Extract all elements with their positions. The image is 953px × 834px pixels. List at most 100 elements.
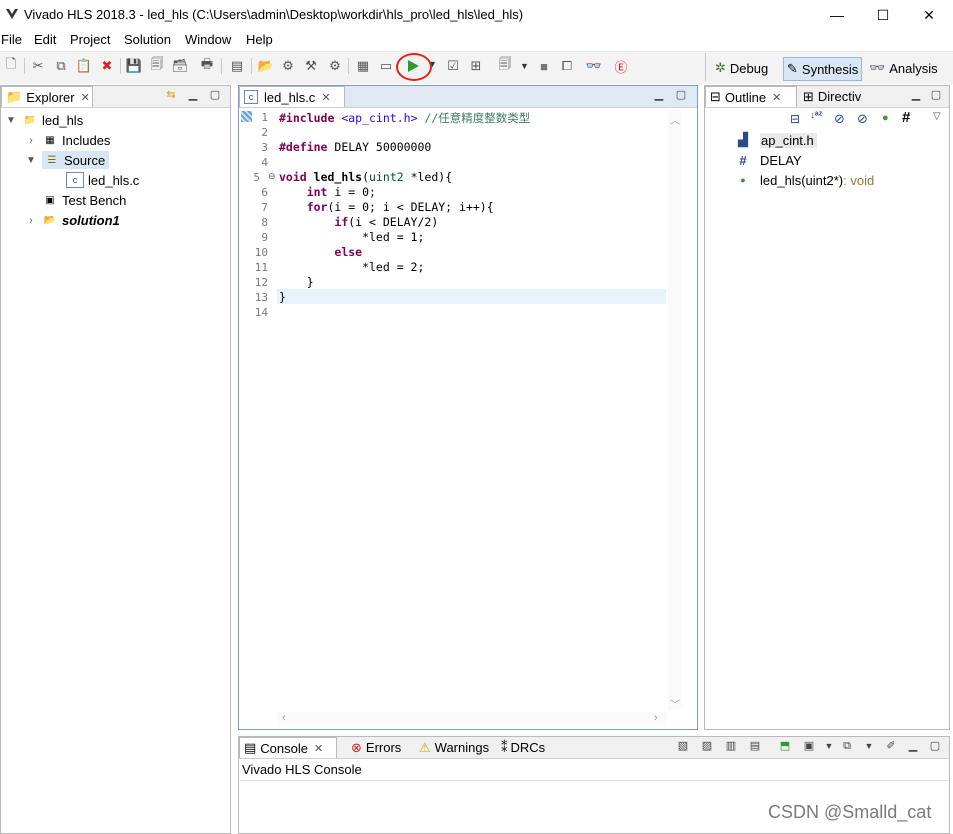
new-file-icon[interactable]: 🗋: [2, 56, 20, 75]
code-line-3[interactable]: #define DELAY 50000000: [279, 140, 431, 154]
display-console-icon[interactable]: ▣: [803, 741, 815, 753]
outline-item-led-hls-function[interactable]: ● led_hls(uint2*) : void: [736, 171, 874, 189]
close-window-button[interactable]: ✕: [906, 0, 952, 30]
open-dropdown-chevron-icon[interactable]: ▼: [863, 741, 875, 753]
tree-item-includes[interactable]: › ▦ Includes: [26, 131, 110, 149]
code-line-13[interactable]: }: [279, 290, 286, 304]
close-tab-icon[interactable]: ✕: [81, 91, 90, 104]
eraser-icon[interactable]: ✐: [885, 741, 897, 753]
code-line-6[interactable]: int i = 0;: [279, 185, 376, 199]
outline-item-delay[interactable]: # DELAY: [736, 151, 801, 169]
analysis-glasses-icon[interactable]: 👓: [585, 57, 603, 75]
scroll-down-icon[interactable]: ﹀: [670, 696, 680, 711]
word-wrap-icon[interactable]: ▥: [725, 741, 737, 753]
chevron-right-icon[interactable]: ›: [26, 215, 36, 226]
hide-nonpublic-icon[interactable]: ●: [882, 112, 889, 124]
maximize-panel-icon[interactable]: ▢: [675, 90, 687, 102]
close-tab-icon[interactable]: ✕: [772, 91, 781, 104]
code-line-9[interactable]: *led = 1;: [279, 230, 424, 244]
index-source-icon[interactable]: ▦: [354, 57, 372, 75]
view-menu-chevron-icon[interactable]: ▽: [933, 111, 941, 122]
project-settings-icon[interactable]: ▤: [228, 57, 246, 75]
save-icon[interactable]: 💾: [125, 57, 143, 75]
minimize-button[interactable]: —: [814, 0, 860, 30]
code-line-7[interactable]: for(i = 0; i < DELAY; i++){: [279, 200, 494, 214]
horizontal-scrollbar[interactable]: [277, 712, 667, 726]
open-wave-viewer-icon[interactable]: ⧠: [558, 57, 576, 75]
compare-reports-icon[interactable]: ⊞: [467, 57, 485, 75]
link-editor-icon[interactable]: ⇆: [165, 90, 177, 102]
scroll-left-icon[interactable]: ‹: [282, 712, 286, 724]
open-console-icon[interactable]: ⧉: [841, 741, 853, 753]
code-line-1[interactable]: #include <ap_cint.h> //任意精度整数类型: [279, 110, 530, 126]
tree-item-led-hls-c[interactable]: c led_hls.c: [66, 171, 139, 189]
export-rtl-icon[interactable]: 🗐: [496, 56, 514, 75]
menu-window[interactable]: Window: [185, 32, 231, 47]
close-tab-icon[interactable]: ✕: [321, 91, 330, 104]
maximize-panel-icon[interactable]: ▢: [929, 741, 941, 753]
perspective-synthesis[interactable]: ✎ Synthesis: [783, 57, 863, 81]
menu-help[interactable]: Help: [246, 32, 273, 47]
tab-led-hls-c[interactable]: c led_hls.c ✕: [239, 86, 345, 107]
outline-item-ap-cint[interactable]: ▟ ap_cint.h: [736, 131, 817, 149]
close-tab-icon[interactable]: ✕: [314, 742, 323, 755]
maximize-panel-icon[interactable]: ▢: [209, 90, 221, 102]
tree-item-led-hls[interactable]: ▼ 📁 led_hls: [6, 111, 83, 129]
tab-warnings[interactable]: ⚠ Warnings: [415, 737, 495, 758]
chevron-down-icon[interactable]: ▼: [6, 115, 16, 126]
fold-collapse-icon[interactable]: ⊖: [268, 171, 276, 182]
tab-outline[interactable]: ⊟ Outline ✕: [705, 86, 797, 107]
scroll-right-icon[interactable]: ›: [654, 712, 658, 724]
minimize-panel-icon[interactable]: ▁: [653, 90, 665, 102]
collapse-all-icon[interactable]: ⊟: [790, 112, 800, 126]
code-line-12[interactable]: }: [279, 275, 314, 289]
tab-drcs[interactable]: ⁑ DRCs: [497, 737, 557, 758]
solution-settings-icon[interactable]: ⚙: [279, 57, 297, 75]
menu-file[interactable]: File: [1, 32, 22, 47]
tree-item-test-bench[interactable]: ▣ Test Bench: [42, 191, 126, 209]
menu-solution[interactable]: Solution: [124, 32, 171, 47]
perspective-debug[interactable]: ✲ Debug: [712, 57, 771, 79]
tab-console[interactable]: ▤ Console ✕: [239, 737, 337, 758]
scroll-lock-icon[interactable]: ▨: [701, 741, 713, 753]
perspective-analysis[interactable]: 👓 Analysis: [866, 57, 941, 79]
copy-console-icon[interactable]: ▤: [749, 741, 761, 753]
print-icon[interactable]: 🖶: [198, 56, 216, 75]
code-line-10[interactable]: else: [279, 245, 362, 259]
hide-static-icon[interactable]: ⊘: [857, 111, 868, 127]
save-as-icon[interactable]: 🗐: [148, 56, 166, 75]
stop-icon[interactable]: ■: [535, 57, 553, 75]
tree-item-source[interactable]: ▼ ☰ Source: [26, 151, 110, 169]
help-bubble-icon[interactable]: Ⓔ: [612, 57, 630, 75]
new-solution-icon[interactable]: 📂: [257, 57, 275, 75]
delete-icon[interactable]: ✖: [98, 57, 116, 75]
clear-console-icon[interactable]: ▧: [677, 741, 689, 753]
maximize-button[interactable]: ☐: [860, 0, 906, 30]
paste-icon[interactable]: 📋: [75, 57, 93, 75]
chevron-right-icon[interactable]: ›: [26, 135, 36, 146]
sort-az-icon[interactable]: ↓ᵃᶻ: [810, 110, 822, 121]
hide-fields-icon[interactable]: ⊘: [834, 111, 845, 127]
tab-errors[interactable]: ⊗ Errors: [347, 737, 413, 758]
scroll-up-icon[interactable]: ︿: [670, 112, 680, 127]
vertical-scrollbar[interactable]: [668, 110, 682, 710]
cosimulation-icon[interactable]: ☑: [444, 57, 462, 75]
minimize-panel-icon[interactable]: ▁: [187, 90, 199, 102]
menu-project[interactable]: Project: [70, 32, 110, 47]
display-dropdown-chevron-icon[interactable]: ▼: [823, 741, 835, 753]
save-all-icon[interactable]: 🗃: [171, 57, 189, 75]
hide-macros-icon[interactable]: #: [902, 109, 910, 126]
minimize-panel-icon[interactable]: ▁: [907, 741, 919, 753]
directives-icon[interactable]: ⚒: [302, 57, 320, 75]
tab-directive[interactable]: ⊞ Directiv: [799, 86, 885, 107]
pin-console-icon[interactable]: ⬒: [779, 741, 791, 753]
tab-explorer[interactable]: 📁 Explorer ✕: [1, 86, 93, 107]
tree-item-solution1[interactable]: › 📂 solution1: [26, 211, 119, 229]
chevron-down-icon[interactable]: ▼: [26, 155, 36, 166]
minimize-panel-icon[interactable]: ▁: [910, 90, 922, 102]
menu-edit[interactable]: Edit: [34, 32, 56, 47]
maximize-panel-icon[interactable]: ▢: [930, 90, 942, 102]
c-simulation-icon[interactable]: ▭: [377, 57, 395, 75]
code-line-8[interactable]: if(i < DELAY/2): [279, 215, 438, 229]
code-line-5[interactable]: void led_hls(uint2 *led){: [279, 170, 452, 184]
